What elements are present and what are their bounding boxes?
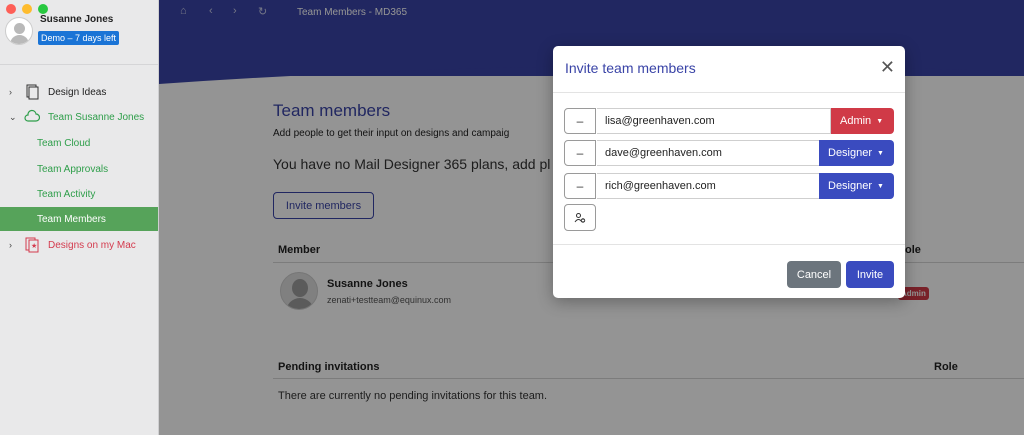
email-field[interactable]: dave@greenhaven.com	[597, 140, 831, 166]
cloud-icon	[24, 109, 40, 122]
sidebar-item-label: Team Members	[37, 213, 106, 225]
cancel-button[interactable]: Cancel	[787, 261, 841, 288]
chevron-right-icon[interactable]: ›	[9, 240, 12, 250]
demo-badge[interactable]: Demo – 7 days left	[38, 31, 120, 45]
zoom-window-button[interactable]	[38, 4, 48, 14]
svg-text:★: ★	[31, 242, 37, 250]
add-person-button[interactable]	[564, 204, 596, 231]
email-field[interactable]: lisa@greenhaven.com	[597, 108, 831, 134]
sidebar-item-team-members[interactable]: Team Members	[0, 207, 158, 231]
caret-down-icon: ▼	[877, 149, 884, 157]
invite-row: – dave@greenhaven.com Designer ▼	[564, 140, 894, 166]
modal-title: Invite team members	[565, 60, 696, 76]
chevron-right-icon[interactable]: ›	[9, 87, 12, 97]
role-dropdown[interactable]: Admin ▼	[831, 108, 894, 134]
invite-modal: Invite team members ✕ – lisa@greenhaven.…	[553, 46, 905, 298]
email-field[interactable]: rich@greenhaven.com	[597, 173, 831, 199]
modal-footer-divider	[553, 244, 905, 245]
caret-down-icon: ▼	[877, 182, 884, 190]
invite-row: – rich@greenhaven.com Designer ▼	[564, 173, 894, 199]
caret-down-icon: ▼	[876, 117, 884, 125]
sidebar-item-label: Team Activity	[37, 188, 96, 200]
close-icon[interactable]: ✕	[880, 58, 895, 76]
role-dropdown[interactable]: Designer ▼	[819, 140, 894, 166]
sidebar-item-team-approvals[interactable]: Team Approvals	[0, 157, 158, 181]
add-person-icon	[574, 212, 586, 223]
role-dropdown[interactable]: Designer ▼	[819, 173, 894, 199]
user-name: Susanne Jones	[40, 14, 114, 25]
sidebar-item-team-susanne-jones[interactable]: ⌄ Team Susanne Jones	[0, 105, 158, 129]
sidebar-divider	[0, 64, 158, 65]
invite-button[interactable]: Invite	[846, 261, 894, 288]
invite-row: – lisa@greenhaven.com Admin ▼	[564, 108, 894, 134]
sidebar-item-team-cloud[interactable]: Team Cloud	[0, 131, 158, 155]
sidebar-item-label: Designs on my Mac	[48, 239, 136, 251]
sidebar-item-label: Team Susanne Jones	[48, 111, 145, 123]
documents-icon	[26, 84, 39, 100]
designs-icon: ★	[25, 237, 39, 253]
role-dropdown-label: Designer	[828, 147, 873, 159]
remove-row-button[interactable]: –	[564, 108, 596, 134]
sidebar-item-label: Team Cloud	[37, 137, 91, 149]
sidebar-item-label: Design Ideas	[48, 86, 107, 98]
sidebar: Susanne Jones Demo – 7 days left › Desig…	[0, 0, 159, 435]
minimize-window-button[interactable]	[22, 4, 32, 14]
sidebar-item-designs-on-my-mac[interactable]: › ★ Designs on my Mac	[0, 233, 158, 257]
close-window-button[interactable]	[6, 4, 16, 14]
chevron-down-icon[interactable]: ⌄	[9, 112, 17, 123]
role-dropdown-label: Admin	[840, 115, 872, 127]
sidebar-item-design-ideas[interactable]: › Design Ideas	[0, 80, 158, 104]
sidebar-item-team-activity[interactable]: Team Activity	[0, 182, 158, 206]
sidebar-item-label: Team Approvals	[37, 163, 109, 175]
role-dropdown-label: Designer	[828, 180, 873, 192]
window-controls	[6, 4, 48, 14]
modal-header-divider	[553, 92, 905, 93]
remove-row-button[interactable]: –	[564, 140, 596, 166]
user-avatar[interactable]	[5, 17, 33, 45]
remove-row-button[interactable]: –	[564, 173, 596, 199]
